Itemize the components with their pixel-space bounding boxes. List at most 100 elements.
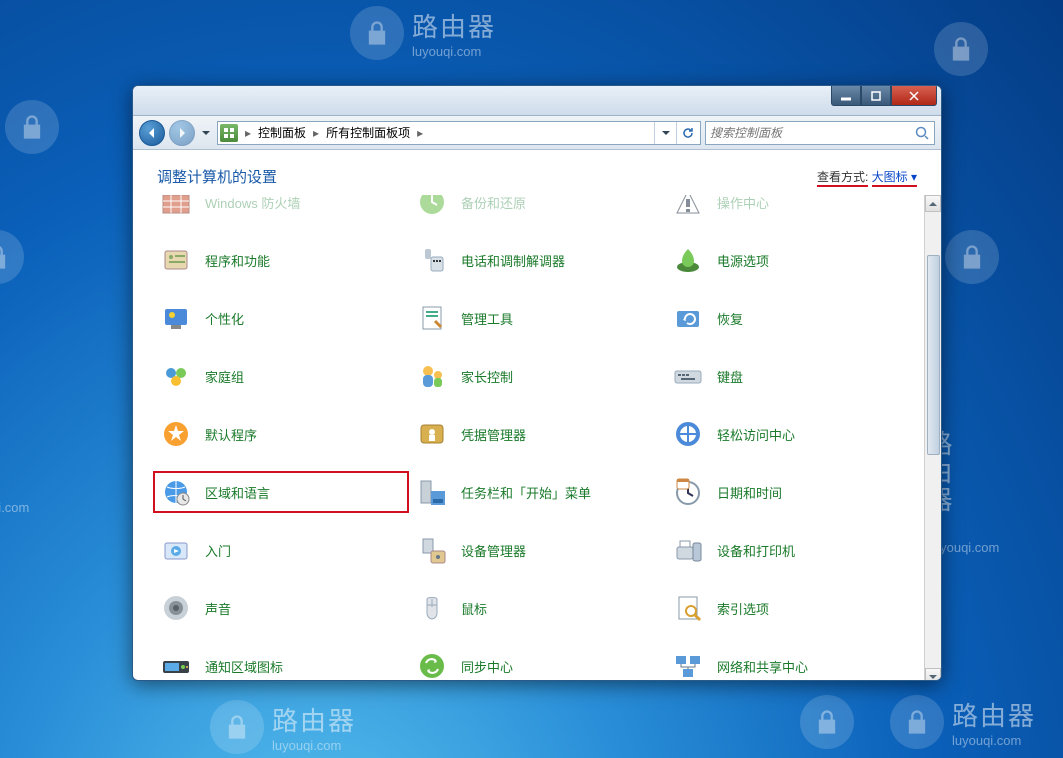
power-icon — [671, 243, 705, 277]
watermark: luyouqi.com — [0, 500, 29, 515]
forward-button[interactable] — [169, 120, 195, 146]
items-grid: Windows 防火墙 备份和还原 操作中心程序和功能 电话和调制解调器 电源选项个性化… — [133, 195, 941, 681]
personalize-icon — [159, 301, 193, 335]
cp-item-admin-tools[interactable]: 管理工具 — [409, 297, 665, 339]
firewall-icon — [159, 195, 193, 219]
watermark — [800, 695, 854, 749]
keyboard-icon — [671, 359, 705, 393]
minimize-button[interactable] — [831, 86, 861, 106]
cp-item-firewall[interactable]: Windows 防火墙 — [153, 195, 409, 223]
address-dropdown[interactable] — [654, 122, 676, 144]
sound-icon — [159, 591, 193, 625]
item-label: 恢复 — [717, 309, 743, 328]
cp-item-getting-started[interactable]: 入门 — [153, 529, 409, 571]
cp-item-backup[interactable]: 备份和还原 — [409, 195, 665, 223]
scroll-down-button[interactable] — [925, 668, 941, 681]
watermark — [945, 230, 999, 284]
content-header: 调整计算机的设置 查看方式: 大图标 ▾ — [133, 150, 941, 195]
items-scroll-area: Windows 防火墙 备份和还原 操作中心程序和功能 电话和调制解调器 电源选项个性化… — [133, 195, 941, 681]
cp-item-region[interactable]: 区域和语言 — [153, 471, 409, 513]
cp-item-recovery[interactable]: 恢复 — [665, 297, 921, 339]
cp-item-homegroup[interactable]: 家庭组 — [153, 355, 409, 397]
item-label: 声音 — [205, 599, 231, 618]
cp-item-notification[interactable]: 通知区域图标 — [153, 645, 409, 681]
breadcrumb-part[interactable]: 所有控制面板项 — [322, 124, 414, 141]
cp-item-network[interactable]: 网络和共享中心 — [665, 645, 921, 681]
homegroup-icon — [159, 359, 193, 393]
cp-item-action-center[interactable]: 操作中心 — [665, 195, 921, 223]
control-panel-icon — [220, 124, 238, 142]
item-label: 设备和打印机 — [717, 541, 795, 560]
close-button[interactable] — [891, 86, 937, 106]
cp-item-power[interactable]: 电源选项 — [665, 239, 921, 281]
search-box[interactable] — [705, 121, 935, 145]
cp-item-ease[interactable]: 轻松访问中心 — [665, 413, 921, 455]
cp-item-sound[interactable]: 声音 — [153, 587, 409, 629]
cp-item-indexing[interactable]: 索引选项 — [665, 587, 921, 629]
page-title: 调整计算机的设置 — [157, 166, 277, 187]
cp-item-programs[interactable]: 程序和功能 — [153, 239, 409, 281]
backup-icon — [415, 195, 449, 219]
control-panel-window: ▸ 控制面板 ▸ 所有控制面板项 ▸ 调整计算机的设置 查看方式: 大图标 ▾ … — [132, 85, 942, 681]
item-label: 键盘 — [717, 367, 743, 386]
maximize-button[interactable] — [861, 86, 891, 106]
cp-item-taskbar[interactable]: 任务栏和「开始」菜单 — [409, 471, 665, 513]
breadcrumb-part[interactable]: 控制面板 — [254, 124, 310, 141]
item-label: 家庭组 — [205, 367, 244, 386]
back-button[interactable] — [139, 120, 165, 146]
cp-item-parental[interactable]: 家长控制 — [409, 355, 665, 397]
item-label: 备份和还原 — [461, 195, 526, 212]
watermark: 路由器luyouqi.com — [210, 700, 356, 754]
cp-item-phone[interactable]: 电话和调制解调器 — [409, 239, 665, 281]
cp-item-device-mgr[interactable]: 设备管理器 — [409, 529, 665, 571]
cp-item-datetime[interactable]: 日期和时间 — [665, 471, 921, 513]
breadcrumb-sep: ▸ — [414, 126, 426, 140]
cp-item-mouse[interactable]: 鼠标 — [409, 587, 665, 629]
watermark — [934, 22, 988, 76]
devices-printers-icon — [671, 533, 705, 567]
cp-item-defaults[interactable]: 默认程序 — [153, 413, 409, 455]
cp-item-personalize[interactable]: 个性化 — [153, 297, 409, 339]
scroll-thumb[interactable] — [927, 255, 940, 455]
search-icon — [914, 125, 930, 141]
item-label: 程序和功能 — [205, 251, 270, 270]
item-label: 轻松访问中心 — [717, 425, 795, 444]
cp-item-keyboard[interactable]: 键盘 — [665, 355, 921, 397]
item-label: 设备管理器 — [461, 541, 526, 560]
defaults-icon — [159, 417, 193, 451]
item-label: 通知区域图标 — [205, 657, 283, 676]
item-label: 默认程序 — [205, 425, 257, 444]
item-label: 管理工具 — [461, 309, 513, 328]
ease-icon — [671, 417, 705, 451]
phone-icon — [415, 243, 449, 277]
search-input[interactable] — [710, 126, 914, 140]
item-label: 日期和时间 — [717, 483, 782, 502]
admin-tools-icon — [415, 301, 449, 335]
item-label: 个性化 — [205, 309, 244, 328]
titlebar — [133, 86, 941, 116]
mouse-icon — [415, 591, 449, 625]
watermark: 路由器luyouqi.com — [350, 6, 496, 60]
item-label: 区域和语言 — [205, 483, 270, 502]
breadcrumb-sep: ▸ — [310, 126, 322, 140]
watermark: 路由器luyouqi.com — [890, 695, 1036, 749]
history-dropdown[interactable] — [199, 122, 213, 144]
item-label: 家长控制 — [461, 367, 513, 386]
action-center-icon — [671, 195, 705, 219]
cp-item-sync[interactable]: 同步中心 — [409, 645, 665, 681]
cp-item-credentials[interactable]: 凭据管理器 — [409, 413, 665, 455]
item-label: 操作中心 — [717, 195, 769, 212]
taskbar-icon — [415, 475, 449, 509]
cp-item-devices-printers[interactable]: 设备和打印机 — [665, 529, 921, 571]
item-label: 电源选项 — [717, 251, 769, 270]
address-bar[interactable]: ▸ 控制面板 ▸ 所有控制面板项 ▸ — [217, 121, 701, 145]
item-label: Windows 防火墙 — [205, 195, 300, 212]
programs-icon — [159, 243, 193, 277]
device-mgr-icon — [415, 533, 449, 567]
refresh-button[interactable] — [676, 122, 698, 144]
scroll-up-button[interactable] — [925, 195, 941, 212]
item-label: 任务栏和「开始」菜单 — [461, 483, 591, 502]
view-by-dropdown[interactable]: 大图标 ▾ — [872, 170, 917, 187]
scrollbar[interactable] — [924, 195, 941, 681]
breadcrumb-sep: ▸ — [242, 126, 254, 140]
